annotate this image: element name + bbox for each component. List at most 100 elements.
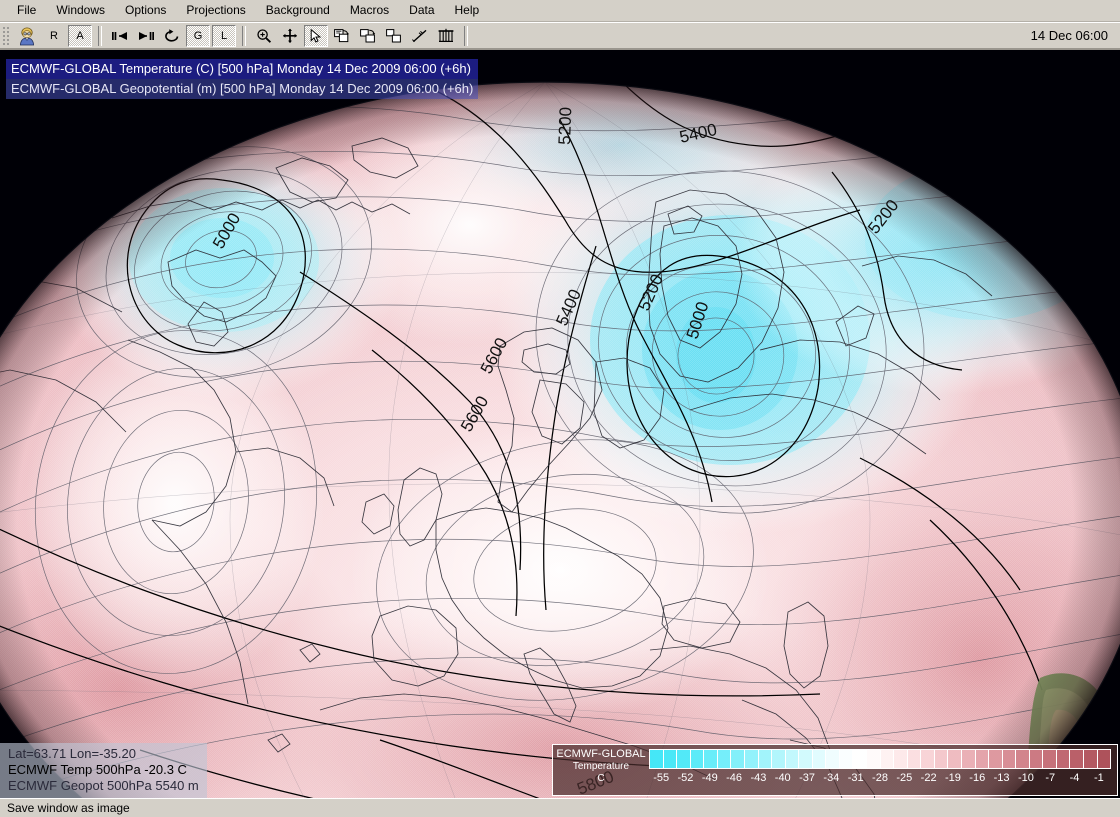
application-window: File Windows Options Projections Backgro… bbox=[0, 0, 1120, 817]
cross-section-button[interactable] bbox=[408, 25, 432, 47]
colorbar-tick-label: -4 bbox=[1069, 772, 1080, 784]
colorbar-swatch bbox=[744, 750, 759, 768]
contour-label-5200-a: 5200 bbox=[555, 107, 575, 145]
last-step-button[interactable] bbox=[134, 25, 158, 47]
menu-bar: File Windows Options Projections Backgro… bbox=[0, 0, 1120, 22]
colorbar-legend: ECMWF-GLOBAL Temperature C -55 -52 -49 -46-… bbox=[552, 744, 1118, 796]
colorbar-swatch bbox=[853, 750, 867, 768]
colorbar-swatch bbox=[717, 750, 732, 768]
user-avatar-icon[interactable] bbox=[14, 25, 40, 47]
menu-projections[interactable]: Projections bbox=[177, 1, 254, 20]
colorbar-swatch bbox=[948, 750, 962, 768]
colorbar-swatch bbox=[894, 750, 908, 768]
new-window-button[interactable] bbox=[356, 25, 380, 47]
toolbar-separator-2 bbox=[242, 25, 246, 46]
toolbar-separator-1 bbox=[98, 25, 102, 46]
cursor-readout-panel: Lat=63.71 Lon=-35.20 ECMWF Temp 500hPa -… bbox=[0, 743, 207, 798]
copy-window-button[interactable] bbox=[330, 25, 354, 47]
readout-temperature: ECMWF Temp 500hPa -20.3 C bbox=[8, 762, 187, 777]
forecast-time-display: 14 Dec 06:00 bbox=[1030, 28, 1108, 43]
pan-tool-button[interactable] bbox=[278, 25, 302, 47]
title-geopotential[interactable]: ECMWF-GLOBAL Geopotential (m) [500 hPa] … bbox=[6, 79, 479, 99]
colorbar-tick-label: -49 bbox=[701, 772, 718, 784]
zoom-tool-button[interactable] bbox=[252, 25, 276, 47]
colorbar-tick-label: -19 bbox=[944, 772, 961, 784]
colorbar-swatch bbox=[663, 750, 678, 768]
colorbar-swatch bbox=[1043, 750, 1057, 768]
menu-options[interactable]: Options bbox=[116, 1, 175, 20]
colorbar-swatch bbox=[989, 750, 1003, 768]
toolbar: R A G L 14 Dec 06:00 bbox=[0, 22, 1120, 50]
colorbar-tick-label: -25 bbox=[896, 772, 913, 784]
colorbar-tick-label: -34 bbox=[823, 772, 840, 784]
colorbar-swatch bbox=[1056, 750, 1071, 768]
sounding-button[interactable] bbox=[434, 25, 458, 47]
colorbar-tick-label: -13 bbox=[993, 772, 1010, 784]
colorbar-tick-label: -55 bbox=[653, 772, 670, 784]
menu-background[interactable]: Background bbox=[257, 1, 339, 20]
first-step-button[interactable] bbox=[108, 25, 132, 47]
colorbar-swatch bbox=[690, 750, 705, 768]
legend-units: C bbox=[597, 773, 605, 784]
colorbar-tick-label: -46 bbox=[726, 772, 743, 784]
rotate-reset-button[interactable]: R bbox=[42, 25, 66, 47]
colorbar-swatch bbox=[704, 750, 718, 768]
colorbar-tick-label: -37 bbox=[799, 772, 815, 784]
title-temperature[interactable]: ECMWF-GLOBAL Temperature (C) [500 hPa] M… bbox=[6, 59, 479, 79]
colorbar-swatch bbox=[1016, 750, 1030, 768]
tile-windows-button[interactable] bbox=[382, 25, 406, 47]
colorbar-tick-label: -52 bbox=[677, 772, 694, 784]
colorbar-swatch bbox=[880, 750, 895, 768]
colorbar-tick-label: -1 bbox=[1093, 772, 1104, 784]
colorbar-swatch bbox=[799, 750, 813, 768]
select-tool-button[interactable] bbox=[304, 24, 328, 47]
colorbar-swatches bbox=[649, 749, 1111, 769]
grid-toggle-button[interactable]: G bbox=[186, 24, 210, 47]
toolbar-drag-handle[interactable] bbox=[2, 25, 10, 46]
colorbar-tick-label: -31 bbox=[847, 772, 864, 784]
colorbar-swatch bbox=[772, 750, 786, 768]
status-bar: Save window as image bbox=[0, 798, 1120, 817]
colorbar-swatch bbox=[1097, 750, 1111, 768]
toolbar-separator-3 bbox=[464, 25, 468, 46]
animate-button[interactable]: A bbox=[68, 24, 92, 47]
colorbar-tick-label: -16 bbox=[969, 772, 986, 784]
menu-help[interactable]: Help bbox=[446, 1, 489, 20]
map-canvas[interactable]: 5000 5000 5200 5200 5200 5400 5400 5600 … bbox=[0, 50, 1120, 798]
colorbar-swatch bbox=[839, 750, 854, 768]
status-message: Save window as image bbox=[7, 801, 130, 815]
menu-data[interactable]: Data bbox=[400, 1, 443, 20]
colorbar-swatch bbox=[907, 750, 922, 768]
legend-title: ECMWF-GLOBAL Temperature C bbox=[553, 745, 649, 795]
colorbar-swatch bbox=[1002, 750, 1017, 768]
readout-coordinates: Lat=63.71 Lon=-35.20 bbox=[8, 746, 136, 761]
globe-projection[interactable]: 5000 5000 5200 5200 5200 5400 5400 5600 … bbox=[0, 50, 1120, 798]
colorbar-swatch bbox=[1070, 750, 1084, 768]
colorbar-tick-label: -43 bbox=[750, 772, 767, 784]
colorbar-tick-label: -22 bbox=[920, 772, 937, 784]
colorbar-ticks: -55 -52 -49 -46 -43 -40 -37 -34 -31 -28 -25 -22 -19-… bbox=[649, 771, 1111, 791]
colorbar-swatch bbox=[758, 750, 773, 768]
colorbar-swatch bbox=[961, 750, 976, 768]
colorbar-swatch bbox=[1029, 750, 1044, 768]
colorbar-tick-label: -10 bbox=[1017, 772, 1034, 784]
layers-toggle-button[interactable]: L bbox=[212, 24, 236, 47]
legend-variable: Temperature bbox=[572, 761, 630, 772]
colorbar-swatch bbox=[934, 750, 949, 768]
colorbar-swatch bbox=[867, 750, 881, 768]
legend-model: ECMWF-GLOBAL bbox=[556, 748, 646, 760]
colorbar-swatch bbox=[826, 750, 840, 768]
colorbar-swatch bbox=[921, 750, 935, 768]
plot-title-overlay: ECMWF-GLOBAL Temperature (C) [500 hPa] M… bbox=[6, 59, 479, 99]
legend-scale: -55 -52 -49 -46 -43 -40 -37 -34 -31 -28 -25 -22 -19-… bbox=[649, 745, 1117, 795]
menu-macros[interactable]: Macros bbox=[341, 1, 398, 20]
colorbar-tick-label: -28 bbox=[872, 772, 888, 784]
menu-windows[interactable]: Windows bbox=[47, 1, 114, 20]
colorbar-tick-label: -40 bbox=[774, 772, 791, 784]
colorbar-swatch bbox=[975, 750, 990, 768]
loop-animation-button[interactable] bbox=[160, 25, 184, 47]
menu-file[interactable]: File bbox=[8, 1, 45, 20]
colorbar-swatch bbox=[650, 750, 664, 768]
colorbar-swatch bbox=[677, 750, 691, 768]
colorbar-swatch bbox=[731, 750, 745, 768]
